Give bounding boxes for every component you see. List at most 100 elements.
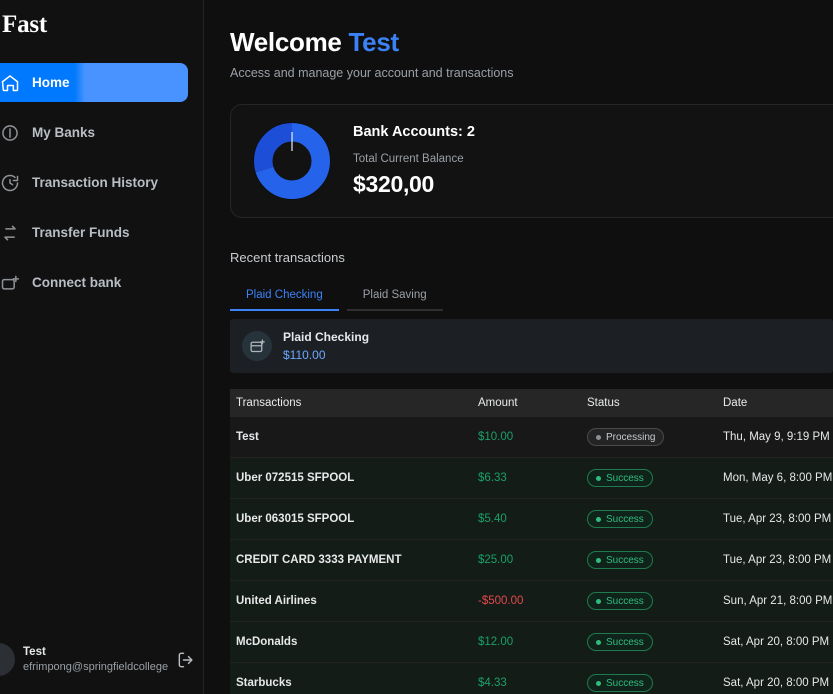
transaction-status: Success [587,592,723,610]
status-label: Success [606,554,644,566]
table-row[interactable]: Uber 063015 SFPOOL $5.40 Success Tue, Ap… [230,499,833,540]
transaction-status: Success [587,469,723,487]
status-label: Success [606,636,644,648]
transaction-date: Sat, Apr 20, 8:00 PM [723,636,830,648]
transaction-date: Thu, May 9, 9:19 PM [723,431,830,443]
transaction-status: Processing [587,428,723,446]
history-icon [0,173,20,193]
sidebar-footer: Test efrimpong@springfieldcollege.edu [0,643,203,676]
total-balance-card: Bank Accounts: 2 Total Current Balance $… [230,104,833,218]
transaction-name: Test [236,431,259,443]
transaction-amount: $4.33 [478,677,507,689]
transaction-date: Tue, Apr 23, 8:00 PM [723,554,832,566]
table-row[interactable]: Test $10.00 Processing Thu, May 9, 9:19 … [230,417,833,458]
transaction-name: CREDIT CARD 3333 PAYMENT [236,554,402,566]
column-header-date: Date [723,397,748,409]
sidebar: Fast Home My Banks Transaction History T… [0,0,204,694]
transaction-amount: $12.00 [478,636,514,648]
status-dot-icon [596,598,601,604]
status-label: Success [606,472,644,484]
sidebar-item-home[interactable]: Home [0,63,188,102]
status-dot-icon [596,557,601,563]
page-subtitle: Access and manage your account and trans… [230,66,514,80]
status-badge: Processing [587,428,665,446]
status-dot-icon [596,434,601,440]
table-row[interactable]: Starbucks $4.33 Success Sat, Apr 20, 8:0… [230,663,833,694]
transaction-name: Starbucks [236,677,292,689]
logout-icon[interactable] [176,650,196,670]
status-dot-icon [596,639,601,645]
status-badge: Success [587,551,653,569]
tab-plaid-checking[interactable]: Plaid Checking [230,289,339,311]
sidebar-item-home-label: Home [32,75,70,90]
transfer-icon [0,223,20,243]
user-name: Test [23,645,46,658]
transaction-name: Uber 072515 SFPOOL [236,472,355,484]
sidebar-item-my-banks[interactable]: My Banks [0,113,188,152]
sidebar-item-my-banks-label: My Banks [32,125,96,140]
transaction-name: United Airlines [236,595,317,607]
status-label: Success [606,595,644,607]
bank-accounts-count: Bank Accounts: 2 [353,124,475,140]
table-row[interactable]: McDonalds $12.00 Success Sat, Apr 20, 8:… [230,622,833,663]
main-content: Welcome Test Access and manage your acco… [204,0,833,694]
connect-bank-icon [0,273,20,293]
home-icon [0,73,20,93]
recent-transactions-title: Recent transactions [230,250,345,265]
add-card-icon [242,331,272,361]
transaction-status: Success [587,633,723,651]
transaction-date: Sat, Apr 20, 8:00 PM [723,677,830,689]
status-dot-icon [596,475,601,481]
column-header-status: Status [587,397,620,409]
table-row[interactable]: Uber 072515 SFPOOL $6.33 Success Mon, Ma… [230,458,833,499]
account-summary-card[interactable]: Plaid Checking $110.00 [230,319,833,373]
table-header: Transactions Amount Status Date [230,389,833,417]
logo-text: Fast [2,11,48,38]
transaction-date: Sun, Apr 21, 8:00 PM [723,595,833,607]
column-header-amount: Amount [478,397,518,409]
transaction-name: Uber 063015 SFPOOL [236,513,355,525]
sidebar-logo[interactable]: Fast [0,0,203,38]
total-balance-label: Total Current Balance [353,153,464,165]
transactions-table: Transactions Amount Status Date Test $10… [230,389,833,694]
sidebar-item-transfer-funds[interactable]: Transfer Funds [0,213,188,252]
sidebar-item-connect-bank[interactable]: Connect bank [0,263,188,302]
sidebar-item-connect-bank-label: Connect bank [32,275,122,290]
transaction-name: McDonalds [236,636,298,648]
transaction-date: Tue, Apr 23, 8:00 PM [723,513,832,525]
app-root: Fast Home My Banks Transaction History T… [0,0,833,694]
transaction-status: Success [587,674,723,692]
sidebar-item-transfer-funds-label: Transfer Funds [32,225,130,240]
status-badge: Success [587,633,653,651]
sidebar-item-transaction-history[interactable]: Transaction History [0,163,188,202]
user-email: efrimpong@springfieldcollege.edu [23,660,168,673]
table-row[interactable]: United Airlines -$500.00 Success Sun, Ap… [230,581,833,622]
avatar [0,643,15,676]
status-label: Success [606,513,644,525]
status-badge: Success [587,674,653,692]
transaction-amount: $25.00 [478,554,514,566]
balance-info: Bank Accounts: 2 Total Current Balance $… [353,124,475,198]
page-title-user: Test [348,27,400,57]
account-balance: $110.00 [283,348,326,362]
user-meta: Test efrimpong@springfieldcollege.edu [23,645,168,675]
account-tabs: Plaid Checking Plaid Saving [230,289,833,311]
bank-icon [0,123,20,143]
status-badge: Success [587,469,653,487]
transaction-date: Mon, May 6, 8:00 PM [723,472,833,484]
page-title: Welcome Test [230,26,833,58]
account-summary-text: Plaid Checking $110.00 [283,330,369,362]
status-label: Success [606,677,644,689]
sidebar-item-transaction-history-label: Transaction History [32,175,159,190]
status-dot-icon [596,680,601,686]
status-dot-icon [596,516,601,522]
balance-donut-chart [253,122,331,200]
table-row[interactable]: CREDIT CARD 3333 PAYMENT $25.00 Success … [230,540,833,581]
tab-plaid-saving[interactable]: Plaid Saving [346,289,443,311]
transaction-status: Success [587,510,723,528]
page-title-greeting: Welcome [230,27,342,57]
status-label: Processing [606,431,656,443]
transaction-status: Success [587,551,723,569]
transaction-amount: $10.00 [478,431,514,443]
sidebar-nav: Home My Banks Transaction History Transf… [0,63,203,302]
